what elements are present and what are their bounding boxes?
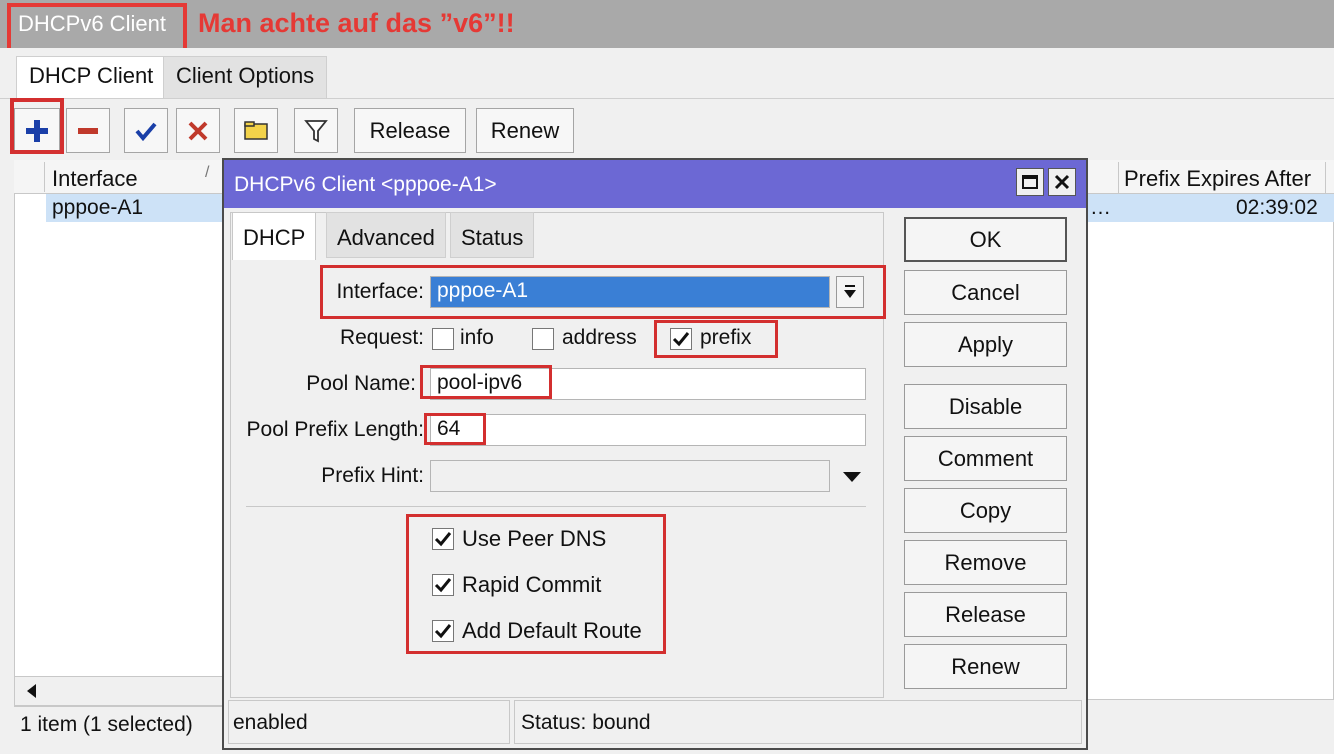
disable-button[interactable] [176,108,220,153]
dropdown-arrow-icon [843,472,861,482]
toolbar-divider [0,98,1334,99]
tab-status[interactable]: Status [450,212,535,258]
renew-dialog-button[interactable]: Renew [904,644,1067,689]
dialog-status-bound: Status: bound [514,700,1082,744]
filter-icon [304,119,328,142]
dialog-status-enabled: enabled [228,700,510,744]
copy-button[interactable]: Copy [904,488,1067,533]
list-statusbar: 1 item (1 selected) [14,706,234,748]
ok-button[interactable]: OK [904,217,1067,262]
maximize-icon [1022,175,1038,189]
column-interface[interactable]: Interface [52,166,138,192]
form-separator [246,506,866,507]
close-button[interactable] [1048,168,1076,196]
horizontal-scrollbar[interactable] [14,676,234,706]
tab-dhcp[interactable]: DHCP [232,212,317,260]
renew-toolbar-button[interactable]: Renew [476,108,574,153]
apply-button[interactable]: Apply [904,322,1067,367]
comment-dialog-button[interactable]: Comment [904,436,1067,481]
request-info-label: info [460,326,494,349]
note-icon [244,120,268,140]
title-highlight-box [7,3,187,53]
sort-indicator: / [205,164,210,181]
enable-button[interactable] [124,108,168,153]
request-address-label: address [562,326,637,349]
filter-button[interactable] [294,108,338,153]
comment-button[interactable] [234,108,278,153]
pool-prefix-length-input[interactable]: 64 [430,414,866,446]
remove-button[interactable] [66,108,110,153]
prefix-hint-input[interactable] [430,460,830,492]
prefix-hint-dropdown[interactable] [842,466,862,490]
item-count: 1 item (1 selected) [20,713,193,736]
dialog-title: DHCPv6 Client <pppoe-A1> [234,173,497,196]
row-truncated-cell: … [1090,196,1111,219]
row-prefix-expires: 02:39:02 [1236,196,1318,219]
tab-dhcp-client[interactable]: DHCP Client [16,56,167,98]
request-address-checkbox[interactable] [532,328,554,350]
prefix-hint-label: Prefix Hint: [321,464,424,487]
minus-icon [78,127,98,134]
annotation-text: Man achte auf das ”v6”!! [198,8,515,38]
remove-dialog-button[interactable]: Remove [904,540,1067,585]
close-icon [1054,174,1070,190]
row-interface: pppoe-A1 [52,196,144,219]
tab-advanced[interactable]: Advanced [326,212,446,258]
tab-client-options[interactable]: Client Options [163,56,328,98]
scroll-left-icon[interactable] [23,682,41,700]
maximize-button[interactable] [1016,168,1044,196]
column-prefix-expires[interactable]: Prefix Expires After [1124,166,1311,192]
cancel-button[interactable]: Cancel [904,270,1067,315]
prefix-highlight [654,320,778,358]
disable-dialog-button[interactable]: Disable [904,384,1067,429]
options-highlight [406,514,666,654]
release-toolbar-button[interactable]: Release [354,108,466,153]
pool-prefix-length-highlight [424,413,486,445]
request-label: Request: [339,326,424,349]
request-info-checkbox[interactable] [432,328,454,350]
pool-name-label: Pool Name: [306,372,416,395]
pool-prefix-length-label: Pool Prefix Length: [246,418,424,441]
release-dialog-button[interactable]: Release [904,592,1067,637]
add-button-highlight [10,98,64,154]
x-icon [188,121,208,140]
column-divider [44,162,45,192]
interface-highlight [320,265,886,319]
check-icon [135,122,157,141]
pool-name-highlight [420,365,552,399]
